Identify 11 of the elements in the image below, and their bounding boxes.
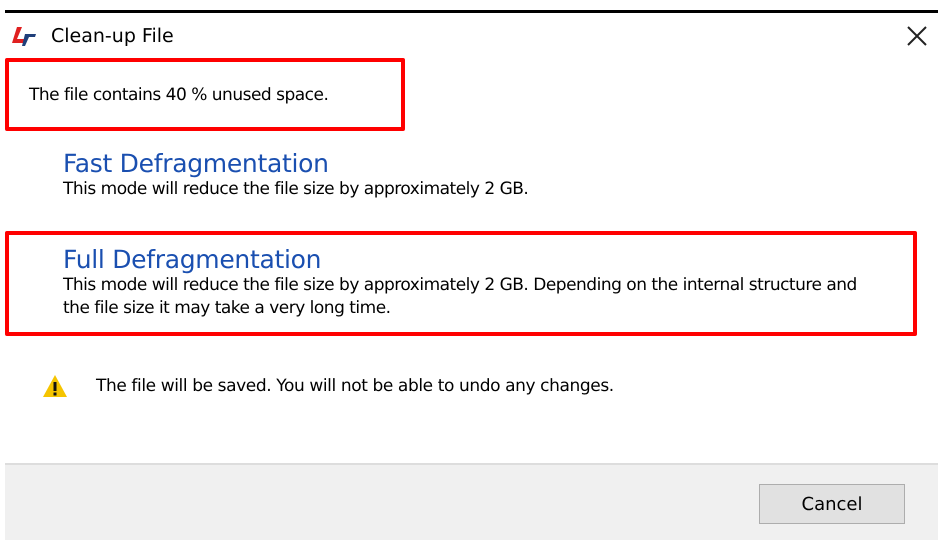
- cancel-button[interactable]: Cancel: [759, 484, 905, 524]
- close-icon[interactable]: [906, 24, 928, 46]
- message-text: The file contains 40 % unused space.: [29, 84, 328, 104]
- mode-description: This mode will reduce the file size by approximately 2 GB.: [63, 178, 530, 201]
- logo-icon: [11, 24, 37, 46]
- warning-text: The file will be saved. You will not be able to undo any changes.: [96, 376, 614, 396]
- window-title: Clean-up File: [51, 24, 175, 46]
- mode-description: This mode will reduce the file size by approximately 2 GB. Depending on the internal structure and the file size it may take a very long time.: [63, 274, 858, 320]
- mode-link[interactable]: Full Defragmentation: [63, 245, 322, 274]
- mode-link[interactable]: Fast Defragmentation: [63, 149, 329, 178]
- warning-icon: [42, 374, 68, 398]
